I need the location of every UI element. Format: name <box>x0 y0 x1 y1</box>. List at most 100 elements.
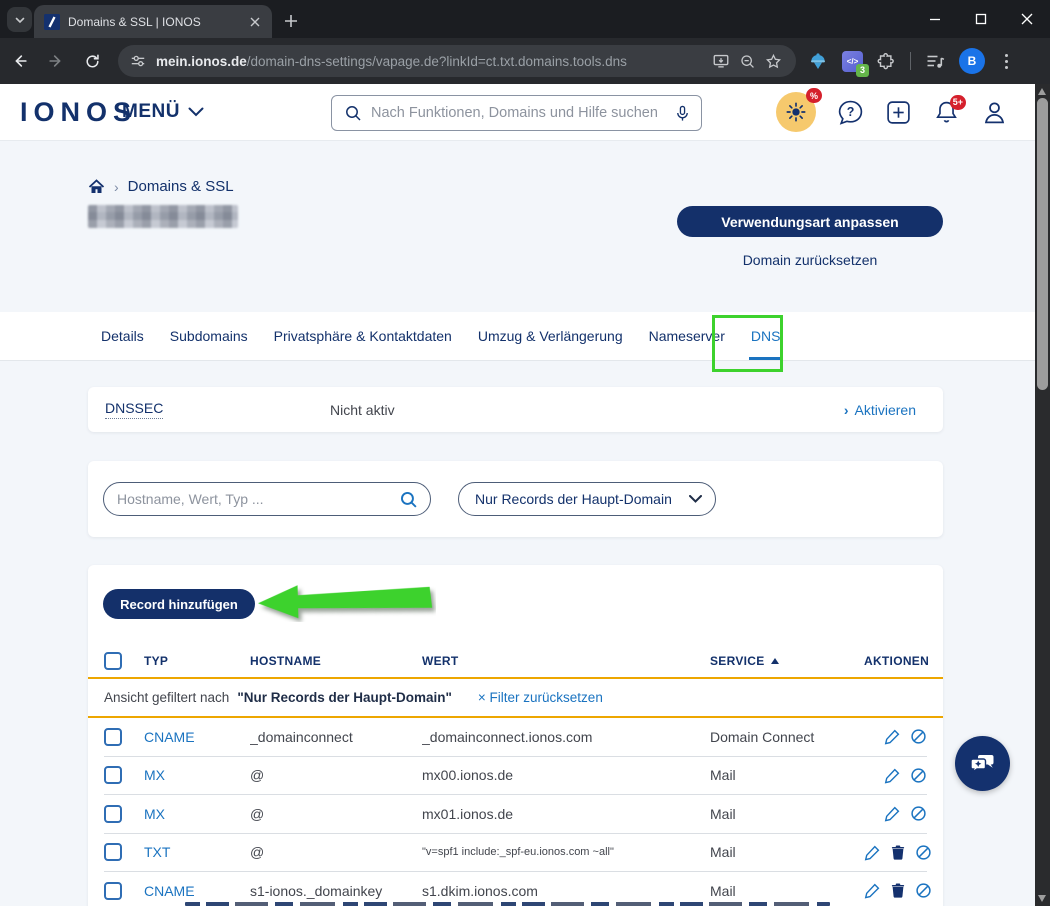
minimize-button[interactable] <box>912 0 958 38</box>
reload-button[interactable] <box>76 45 108 77</box>
row-checkbox[interactable] <box>104 727 122 746</box>
delete-record-icon[interactable] <box>890 882 906 899</box>
tab-dns[interactable]: DNS <box>748 312 782 360</box>
dnssec-activate-link[interactable]: › Aktivieren <box>844 402 916 418</box>
home-icon[interactable] <box>88 178 105 195</box>
add-record-button[interactable]: Record hinzufügen <box>103 589 255 619</box>
extensions-area: </> 3 B <box>808 48 1014 77</box>
row-checkbox[interactable] <box>104 881 122 900</box>
chat-assistant-button[interactable] <box>955 736 1010 791</box>
dnssec-status: Nicht aktiv <box>330 401 395 418</box>
table-row: MX @ mx00.ionos.de Mail <box>104 757 927 795</box>
row-checkbox[interactable] <box>104 843 122 862</box>
ionos-logo[interactable]: IONOS <box>20 97 137 128</box>
record-value: mx00.ionos.de <box>422 767 514 784</box>
back-button[interactable] <box>4 45 36 77</box>
record-hostname: _domainconnect <box>250 728 353 745</box>
window-controls <box>912 0 1050 38</box>
dnssec-card: DNSSEC Nicht aktiv › Aktivieren <box>88 387 943 432</box>
tab-nameserver[interactable]: Nameserver <box>649 312 725 360</box>
record-hostname: @ <box>250 805 265 822</box>
tab-privacy-contacts[interactable]: Privatsphäre & Kontaktdaten <box>274 312 452 360</box>
edit-record-icon[interactable] <box>884 805 901 822</box>
record-service: Domain Connect <box>710 728 815 745</box>
reset-domain-link[interactable]: Domain zurücksetzen <box>677 252 943 268</box>
add-product-icon[interactable] <box>885 99 912 126</box>
reset-filter-link[interactable]: × Filter zurücksetzen <box>478 690 603 705</box>
address-bar[interactable]: mein.ionos.de/domain-dns-settings/vapage… <box>118 45 796 77</box>
breadcrumb-domains-ssl[interactable]: Domains & SSL <box>128 178 234 195</box>
zoom-out-icon[interactable] <box>734 48 760 74</box>
browser-tab[interactable]: Domains & SSL | IONOS <box>34 5 272 38</box>
row-checkbox[interactable] <box>104 804 122 823</box>
help-icon[interactable]: ? <box>837 99 864 126</box>
disable-record-icon[interactable] <box>915 882 932 899</box>
record-filter-card: Nur Records der Haupt-Domain <box>88 461 943 537</box>
tab-transfer-renewal[interactable]: Umzug & Verlängerung <box>478 312 623 360</box>
bookmark-star-icon[interactable] <box>760 48 786 74</box>
adjust-usage-button[interactable]: Verwendungsart anpassen <box>677 206 943 237</box>
media-controls-icon[interactable] <box>925 51 945 71</box>
extensions-puzzle-icon[interactable] <box>877 52 896 71</box>
bot-extension-icon[interactable] <box>808 51 828 71</box>
site-settings-icon[interactable] <box>130 53 146 69</box>
tab-subdomains[interactable]: Subdomains <box>170 312 248 360</box>
delete-record-icon[interactable] <box>890 844 906 861</box>
code-extension-icon[interactable]: </> 3 <box>842 50 869 77</box>
browser-menu-icon[interactable] <box>999 50 1014 73</box>
offers-sun-icon[interactable]: % <box>776 88 822 132</box>
record-value: "v=spf1 include:_spf-eu.ionos.com ~all" <box>422 846 614 859</box>
scrollbar-thumb[interactable] <box>1037 98 1048 390</box>
install-app-icon[interactable] <box>708 48 734 74</box>
offers-badge: % <box>806 88 822 103</box>
edit-record-icon[interactable] <box>864 882 881 899</box>
edit-record-icon[interactable] <box>884 728 901 745</box>
record-service: Mail <box>710 844 736 861</box>
search-icon <box>344 104 362 122</box>
edit-record-icon[interactable] <box>884 767 901 784</box>
global-search-input[interactable] <box>371 105 674 121</box>
tab-details[interactable]: Details <box>101 312 144 360</box>
breadcrumb: › Domains & SSL <box>88 178 234 195</box>
disable-record-icon[interactable] <box>910 728 927 745</box>
page-viewport: IONOS MENÜ % ? <box>0 84 1050 906</box>
select-all-checkbox[interactable] <box>104 652 122 670</box>
ionos-favicon-icon <box>44 13 60 30</box>
tab-close-icon[interactable] <box>246 13 264 31</box>
breadcrumb-separator: › <box>114 178 119 195</box>
record-service: Mail <box>710 882 736 899</box>
page-scrollbar <box>1035 84 1050 906</box>
forward-button[interactable] <box>40 45 72 77</box>
disable-record-icon[interactable] <box>910 767 927 784</box>
record-type[interactable]: TXT <box>144 844 250 860</box>
notifications-bell-icon[interactable]: 5+ <box>933 94 966 126</box>
scrollbar-up-arrow[interactable] <box>1038 88 1046 95</box>
disable-record-icon[interactable] <box>915 844 932 861</box>
record-type[interactable]: MX <box>144 806 250 822</box>
profile-avatar[interactable]: B <box>959 48 985 74</box>
tab-search-button[interactable] <box>7 7 32 32</box>
microphone-icon[interactable] <box>674 105 691 122</box>
disable-record-icon[interactable] <box>910 805 927 822</box>
record-search[interactable] <box>103 482 431 516</box>
menu-button[interactable]: MENÜ <box>122 101 204 123</box>
new-tab-button[interactable] <box>278 8 304 34</box>
dnssec-label[interactable]: DNSSEC <box>105 400 164 419</box>
record-scope-select[interactable]: Nur Records der Haupt-Domain <box>458 482 716 516</box>
record-search-input[interactable] <box>117 491 399 507</box>
search-submit-icon[interactable] <box>399 490 418 509</box>
global-search[interactable] <box>331 95 702 131</box>
record-type[interactable]: MX <box>144 767 250 783</box>
record-type[interactable]: CNAME <box>144 729 250 745</box>
record-type[interactable]: CNAME <box>144 883 250 899</box>
edit-record-icon[interactable] <box>864 844 881 861</box>
close-window-button[interactable] <box>1004 0 1050 38</box>
row-checkbox[interactable] <box>104 766 122 785</box>
maximize-button[interactable] <box>958 0 1004 38</box>
table-row: TXT @ "v=spf1 include:_spf-eu.ionos.com … <box>104 834 931 872</box>
url-text: mein.ionos.de/domain-dns-settings/vapage… <box>156 53 627 69</box>
account-user-icon[interactable] <box>981 99 1008 126</box>
scrollbar-down-arrow[interactable] <box>1038 895 1046 902</box>
browser-titlebar: Domains & SSL | IONOS <box>0 0 1050 38</box>
col-service-sort[interactable]: SERVICE <box>710 654 864 668</box>
